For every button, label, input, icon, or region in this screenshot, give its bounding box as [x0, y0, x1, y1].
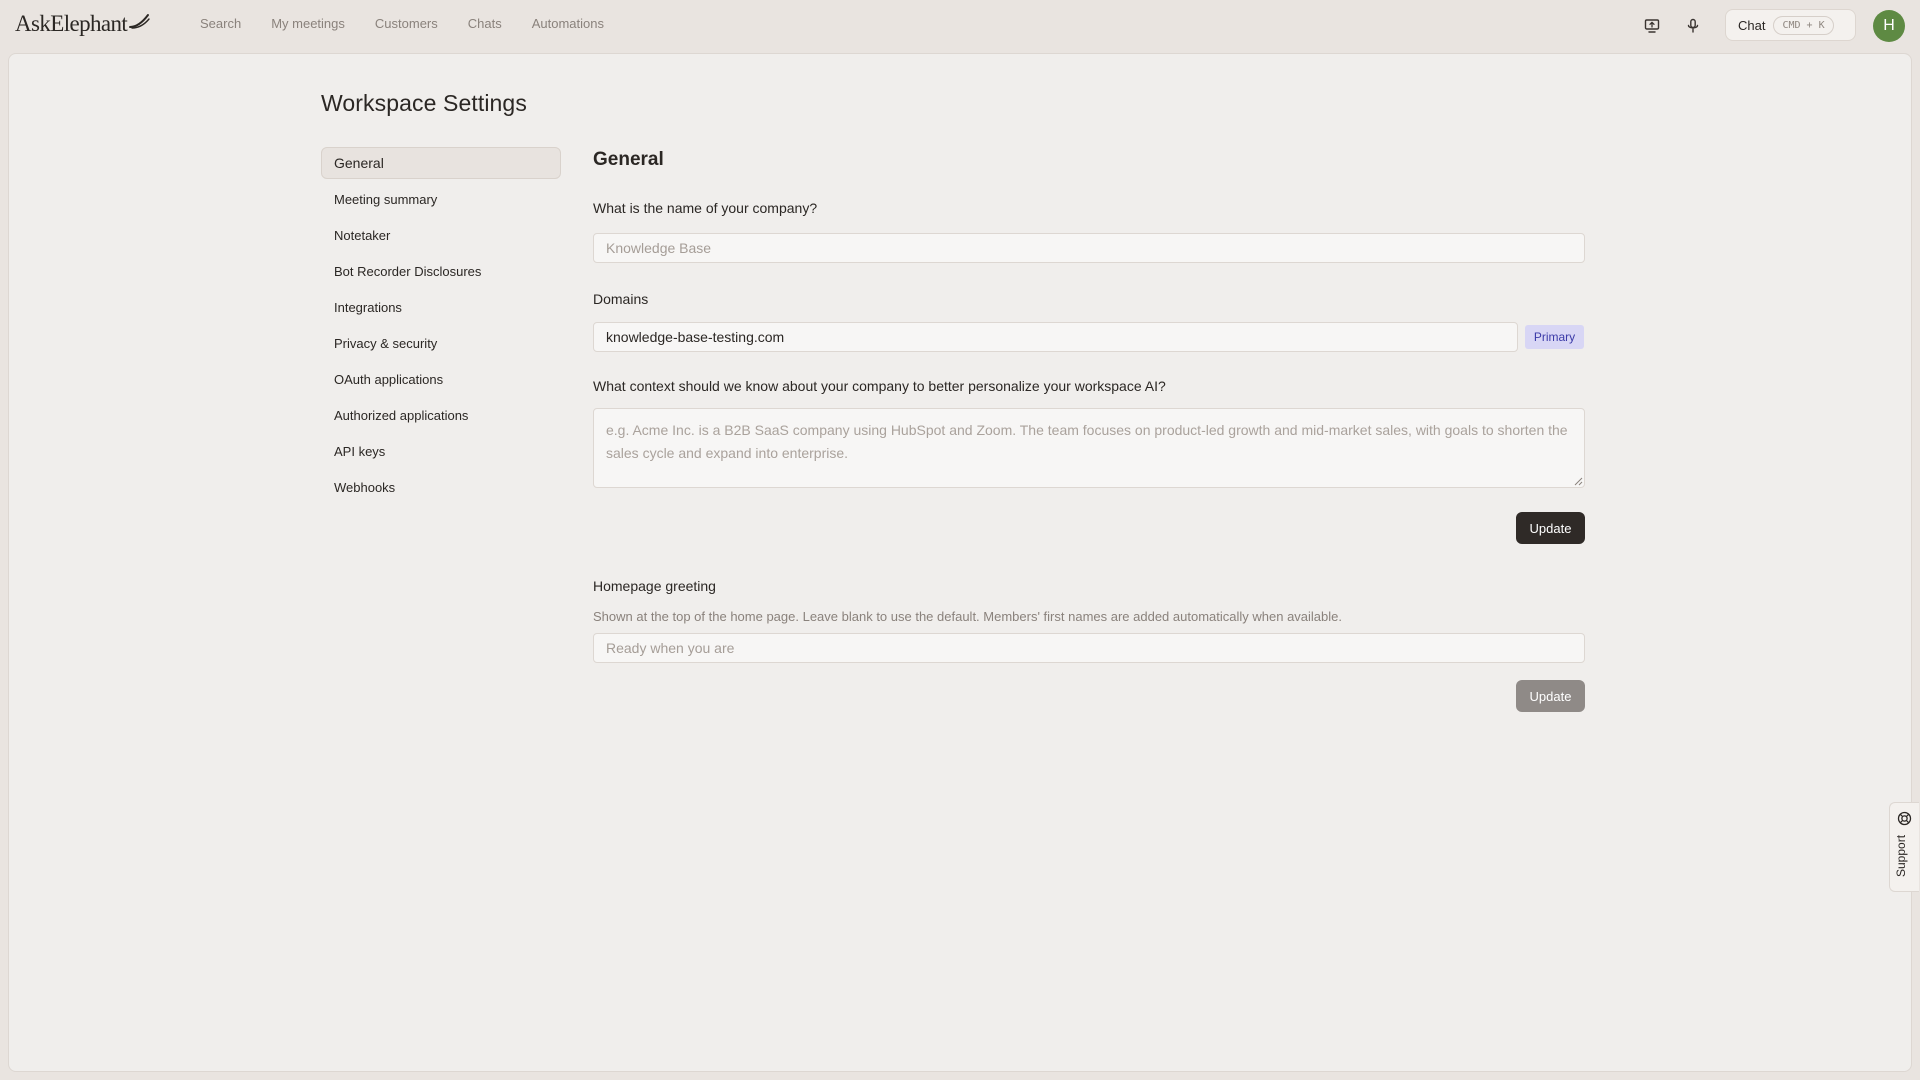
section-title: General: [593, 149, 664, 170]
logo-text: AskElephant: [15, 11, 128, 36]
page-title: Workspace Settings: [321, 90, 527, 116]
primary-domain-badge: Primary: [1525, 325, 1584, 349]
company-name-input[interactable]: [593, 233, 1585, 263]
support-tab[interactable]: Support: [1889, 802, 1919, 892]
resize-handle-icon[interactable]: [1574, 477, 1583, 486]
sidebar-item-webhooks[interactable]: Webhooks: [321, 471, 561, 503]
elephant-tusk-icon: [129, 14, 150, 29]
sidebar-item-integrations[interactable]: Integrations: [321, 291, 561, 323]
support-label: Support: [1894, 834, 1908, 877]
nav-automations[interactable]: Automations: [532, 16, 604, 31]
company-context-textarea[interactable]: [593, 408, 1585, 488]
lifebuoy-icon: [1897, 811, 1912, 826]
microphone-button[interactable]: [1681, 14, 1705, 38]
settings-sidebar: General Meeting summary Notetaker Bot Re…: [321, 147, 561, 507]
sidebar-item-api-keys[interactable]: API keys: [321, 435, 561, 467]
user-avatar[interactable]: H: [1873, 10, 1905, 42]
nav-customers[interactable]: Customers: [375, 16, 438, 31]
company-context-label: What context should we know about your c…: [593, 378, 1166, 394]
homepage-greeting-input[interactable]: [593, 633, 1585, 663]
sidebar-item-general[interactable]: General: [321, 147, 561, 179]
nav-chats[interactable]: Chats: [468, 16, 502, 31]
homepage-greeting-label: Homepage greeting: [593, 578, 716, 594]
nav-my-meetings[interactable]: My meetings: [271, 16, 345, 31]
update-greeting-button[interactable]: Update: [1516, 680, 1585, 712]
company-name-label: What is the name of your company?: [593, 200, 818, 216]
main-panel: Workspace Settings General Meeting summa…: [8, 53, 1912, 1072]
app-logo[interactable]: AskElephant: [15, 11, 150, 37]
domain-input[interactable]: [593, 322, 1518, 352]
sidebar-item-meeting-summary[interactable]: Meeting summary: [321, 183, 561, 215]
top-bar: AskElephant Search My meetings Customers…: [0, 0, 1920, 52]
sidebar-item-notetaker[interactable]: Notetaker: [321, 219, 561, 251]
chat-shortcut-hint: CMD + K: [1773, 15, 1834, 35]
sidebar-item-authorized-applications[interactable]: Authorized applications: [321, 399, 561, 431]
homepage-greeting-help: Shown at the top of the home page. Leave…: [593, 609, 1342, 624]
main-nav: Search My meetings Customers Chats Autom…: [200, 16, 634, 31]
monitor-arrow-icon: [1644, 19, 1660, 33]
chat-button[interactable]: Chat CMD + K: [1725, 9, 1856, 41]
update-context-button[interactable]: Update: [1516, 512, 1585, 544]
sidebar-item-privacy-security[interactable]: Privacy & security: [321, 327, 561, 359]
sidebar-item-bot-recorder-disclosures[interactable]: Bot Recorder Disclosures: [321, 255, 561, 287]
microphone-icon: [1687, 18, 1699, 33]
chat-button-label: Chat: [1738, 17, 1766, 33]
screen-share-button[interactable]: [1640, 14, 1664, 38]
domains-label: Domains: [593, 291, 649, 307]
nav-search[interactable]: Search: [200, 16, 241, 31]
sidebar-item-oauth-applications[interactable]: OAuth applications: [321, 363, 561, 395]
